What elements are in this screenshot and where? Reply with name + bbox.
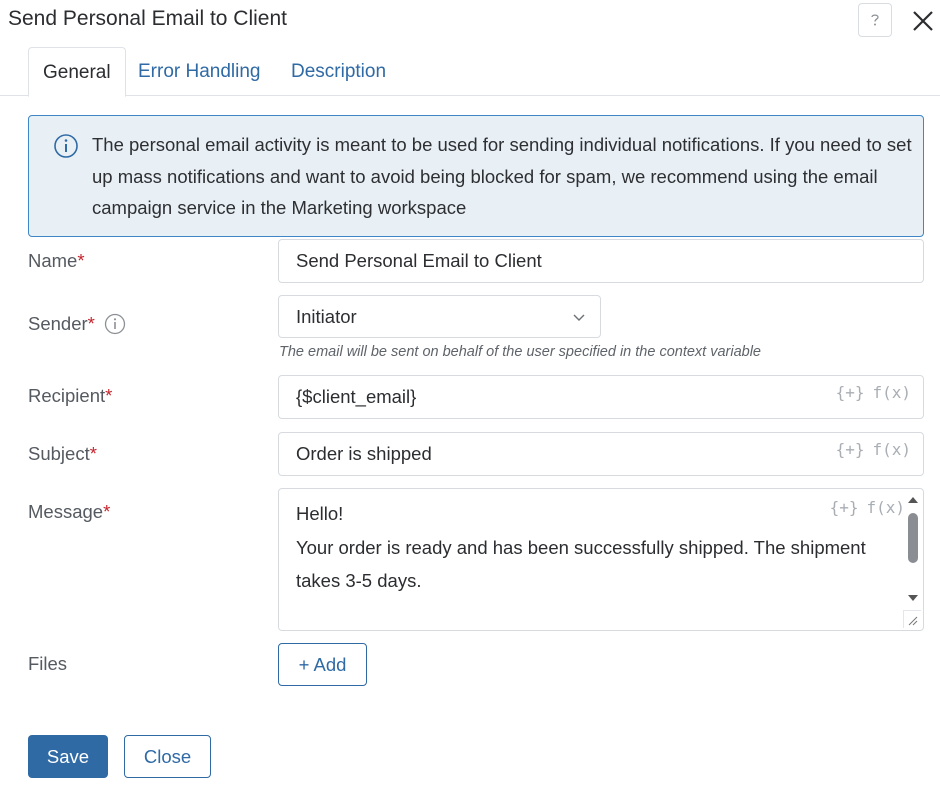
name-input[interactable]: Send Personal Email to Client xyxy=(278,239,924,283)
message-textarea[interactable]: Hello! Your order is ready and has been … xyxy=(278,488,924,631)
recipient-input[interactable]: {$client_email} {+} f(x) xyxy=(278,375,924,419)
info-banner: The personal email activity is meant to … xyxy=(28,115,924,237)
sender-select[interactable]: Initiator xyxy=(278,295,601,338)
info-text: The personal email activity is meant to … xyxy=(92,134,912,218)
files-label: Files xyxy=(28,653,68,674)
subject-tools: {+} f(x) xyxy=(836,433,911,467)
tab-description[interactable]: Description xyxy=(277,47,400,96)
question-icon xyxy=(871,14,879,26)
info-circle-icon xyxy=(54,134,78,158)
recipient-tools: {+} f(x) xyxy=(836,376,911,410)
save-button[interactable]: Save xyxy=(28,735,108,778)
dialog-title: Send Personal Email to Client xyxy=(8,7,287,30)
sender-hint: The email will be sent on behalf of the … xyxy=(279,344,761,360)
help-button[interactable] xyxy=(858,3,892,37)
scrollbar-thumb[interactable] xyxy=(908,513,918,563)
sender-info-icon[interactable] xyxy=(104,313,126,335)
sender-value: Initiator xyxy=(296,306,357,327)
function-icon[interactable]: f(x) xyxy=(872,376,911,410)
insert-variable-icon[interactable]: {+} xyxy=(836,376,865,410)
resize-handle[interactable] xyxy=(903,610,921,628)
close-dialog-button[interactable] xyxy=(907,4,939,36)
tab-error-handling[interactable]: Error Handling xyxy=(124,47,275,96)
message-line: Hello! xyxy=(296,503,344,524)
tab-general[interactable]: General xyxy=(28,47,126,97)
message-label: Message* xyxy=(28,501,111,522)
subject-value: Order is shipped xyxy=(296,443,432,464)
message-text: Hello! Your order is ready and has been … xyxy=(296,497,896,598)
resize-grip-icon xyxy=(908,616,918,626)
function-icon[interactable]: f(x) xyxy=(872,433,911,467)
add-file-button[interactable]: + Add xyxy=(278,643,367,686)
insert-variable-icon[interactable]: {+} xyxy=(836,433,865,467)
recipient-label: Recipient* xyxy=(28,385,113,406)
close-icon xyxy=(913,11,933,31)
insert-variable-icon[interactable]: {+} xyxy=(830,491,859,525)
subject-input[interactable]: Order is shipped {+} f(x) xyxy=(278,432,924,476)
name-label: Name* xyxy=(28,250,85,271)
message-line: takes 3-5 days. xyxy=(296,570,422,591)
sender-label: Sender* xyxy=(28,313,126,335)
close-button[interactable]: Close xyxy=(124,735,211,778)
function-icon[interactable]: f(x) xyxy=(866,491,905,525)
subject-label: Subject* xyxy=(28,443,97,464)
recipient-value: {$client_email} xyxy=(296,386,417,407)
tab-bar: General Error Handling Description xyxy=(0,47,940,97)
scroll-down-arrow[interactable] xyxy=(907,593,919,603)
scroll-up-arrow[interactable] xyxy=(907,495,919,505)
chevron-down-icon xyxy=(573,314,585,321)
message-line: Your order is ready and has been success… xyxy=(296,536,866,558)
message-tools: {+} f(x) xyxy=(830,491,905,525)
